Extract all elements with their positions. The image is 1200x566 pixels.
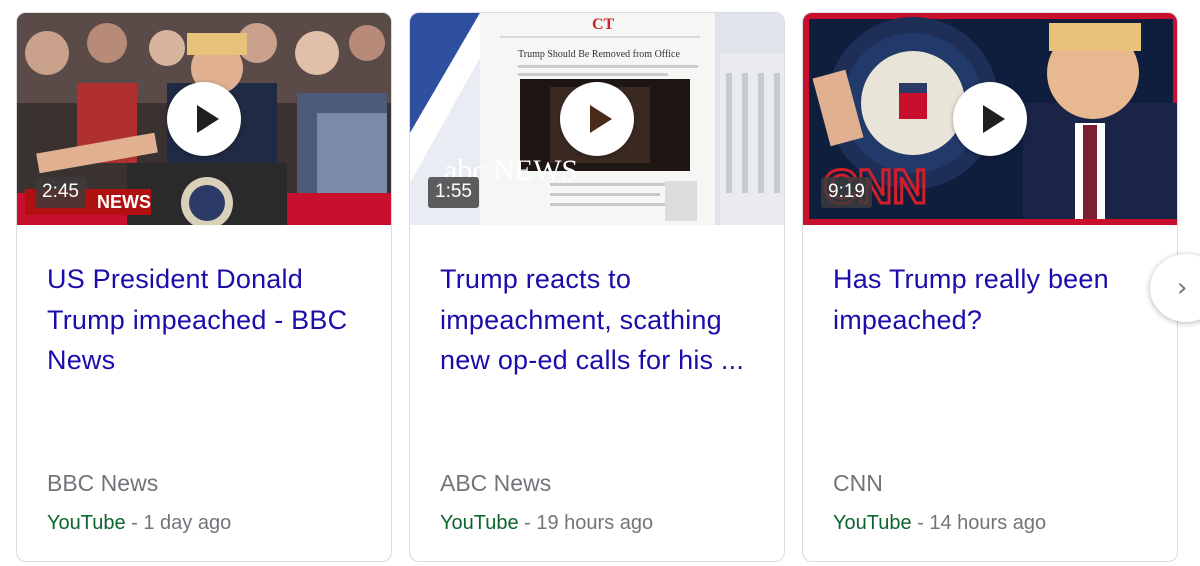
meta-separator: -	[125, 512, 144, 534]
video-source: ABC News	[440, 470, 552, 496]
meta-separator: -	[518, 512, 537, 534]
video-source: CNN	[833, 470, 883, 496]
video-platform: YouTube	[47, 512, 126, 534]
video-meta: YouTube - 14 hours ago	[833, 512, 1046, 535]
video-card[interactable]: NEWS 2:45 US President Donald Trump impe…	[16, 12, 392, 562]
video-source: BBC News	[47, 470, 159, 496]
video-duration: 2:45	[35, 177, 86, 208]
video-thumbnail[interactable]: CNN 9:19	[803, 13, 1177, 225]
video-title-link[interactable]: Trump reacts to impeachment, scathing ne…	[440, 259, 760, 381]
video-platform: YouTube	[833, 512, 912, 534]
meta-separator: -	[911, 512, 930, 534]
video-carousel: NEWS 2:45 US President Donald Trump impe…	[0, 0, 1200, 566]
video-age: 1 day ago	[143, 512, 232, 534]
video-title-link[interactable]: US President Donald Trump impeached - BB…	[47, 259, 367, 381]
video-thumbnail[interactable]: NEWS 2:45	[17, 13, 391, 225]
play-icon[interactable]	[953, 82, 1027, 156]
play-icon[interactable]	[560, 82, 634, 156]
video-age: 14 hours ago	[929, 512, 1047, 534]
chevron-right-icon: ›	[1177, 273, 1188, 303]
thumb-masthead: CT	[592, 16, 615, 33]
video-card[interactable]: CT Trump Should Be Removed from Office a…	[409, 12, 785, 562]
video-title-link[interactable]: Has Trump really been impeached?	[833, 259, 1153, 340]
video-meta: YouTube - 19 hours ago	[440, 512, 653, 535]
video-meta: YouTube - 1 day ago	[47, 512, 231, 535]
video-duration: 1:55	[428, 177, 479, 208]
thumb-overlay-text: NEWS	[97, 192, 151, 212]
video-duration: 9:19	[821, 177, 872, 208]
video-platform: YouTube	[440, 512, 519, 534]
thumb-headline: Trump Should Be Removed from Office	[518, 49, 680, 60]
video-card[interactable]: CNN 9:19 Has Trump really been impeached…	[802, 12, 1178, 562]
play-icon[interactable]	[167, 82, 241, 156]
video-age: 19 hours ago	[536, 512, 654, 534]
video-thumbnail[interactable]: CT Trump Should Be Removed from Office a…	[410, 13, 784, 225]
